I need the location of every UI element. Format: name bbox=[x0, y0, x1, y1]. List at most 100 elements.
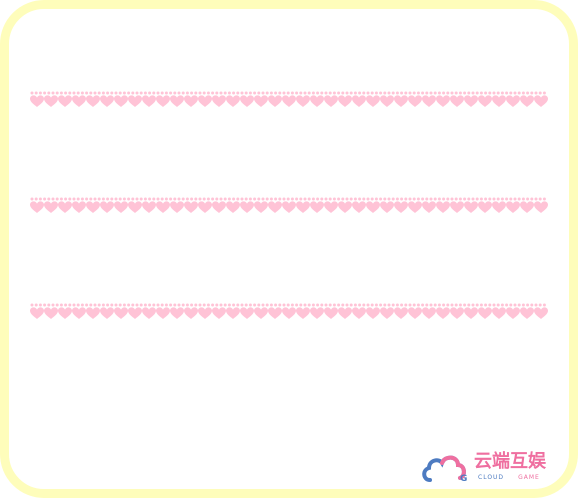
border-dot bbox=[395, 197, 399, 201]
heart-icon bbox=[492, 307, 506, 319]
border-dot bbox=[148, 91, 152, 95]
border-dot bbox=[185, 303, 189, 307]
border-dot bbox=[148, 303, 152, 307]
heart-divider-1 bbox=[30, 91, 548, 111]
border-dot bbox=[332, 91, 336, 95]
border-dot bbox=[391, 197, 395, 201]
border-dot bbox=[173, 303, 177, 307]
border-dot bbox=[34, 197, 38, 201]
heart-icon bbox=[198, 95, 212, 107]
border-dot bbox=[139, 91, 143, 95]
border-dot bbox=[265, 91, 269, 95]
heart-icon bbox=[268, 201, 282, 213]
border-dot bbox=[353, 91, 357, 95]
border-dot bbox=[320, 91, 324, 95]
border-dot bbox=[190, 303, 194, 307]
border-dot bbox=[227, 91, 231, 95]
heart-icon bbox=[128, 201, 142, 213]
border-dot bbox=[169, 303, 173, 307]
border-dot bbox=[278, 303, 282, 307]
border-dot bbox=[542, 303, 546, 307]
border-dot bbox=[80, 303, 84, 307]
border-dot bbox=[253, 91, 257, 95]
border-dot bbox=[496, 91, 500, 95]
border-dot bbox=[362, 91, 366, 95]
border-dot bbox=[80, 91, 84, 95]
border-dot bbox=[257, 197, 261, 201]
heart-icon bbox=[366, 95, 380, 107]
border-dot bbox=[173, 91, 177, 95]
border-dot bbox=[534, 303, 538, 307]
heart-icon bbox=[352, 201, 366, 213]
border-dot bbox=[383, 197, 387, 201]
border-dot bbox=[38, 303, 42, 307]
heart-icon bbox=[310, 307, 324, 319]
border-dot bbox=[475, 91, 479, 95]
border-dot bbox=[72, 91, 76, 95]
border-dot bbox=[261, 197, 265, 201]
border-dot bbox=[513, 197, 517, 201]
border-dot bbox=[379, 197, 383, 201]
border-dot bbox=[408, 197, 412, 201]
border-dot bbox=[400, 197, 404, 201]
border-dot bbox=[320, 303, 324, 307]
border-dot bbox=[118, 91, 122, 95]
border-dot bbox=[181, 303, 185, 307]
border-dot bbox=[408, 303, 412, 307]
border-dot bbox=[433, 91, 437, 95]
border-dot bbox=[446, 303, 450, 307]
heart-border-icon bbox=[30, 91, 548, 107]
border-dot bbox=[416, 303, 420, 307]
heart-icon bbox=[520, 201, 534, 213]
border-dot bbox=[391, 303, 395, 307]
border-dot bbox=[404, 91, 408, 95]
border-dot bbox=[93, 197, 97, 201]
border-dot bbox=[177, 197, 181, 201]
border-dot bbox=[206, 91, 210, 95]
border-dot bbox=[206, 303, 210, 307]
heart-icon bbox=[198, 201, 212, 213]
border-dot bbox=[177, 91, 181, 95]
border-dot bbox=[505, 91, 509, 95]
heart-icon bbox=[422, 95, 436, 107]
border-dot bbox=[47, 197, 51, 201]
heart-icon bbox=[114, 307, 128, 319]
border-dot bbox=[89, 303, 93, 307]
border-dot bbox=[400, 91, 404, 95]
border-dot bbox=[282, 91, 286, 95]
border-dot bbox=[479, 303, 483, 307]
border-dot bbox=[30, 303, 34, 307]
border-dot bbox=[156, 91, 160, 95]
heart-icon bbox=[170, 307, 184, 319]
heart-icon bbox=[394, 95, 408, 107]
border-dot bbox=[236, 91, 240, 95]
border-dot bbox=[164, 197, 168, 201]
note-card-frame bbox=[0, 0, 578, 498]
heart-icon bbox=[254, 201, 268, 213]
heart-icon bbox=[534, 307, 548, 319]
heart-icon bbox=[366, 307, 380, 319]
heart-icon bbox=[478, 95, 492, 107]
border-dot bbox=[232, 303, 236, 307]
border-dot bbox=[341, 303, 345, 307]
border-dot bbox=[316, 197, 320, 201]
border-dot bbox=[475, 197, 479, 201]
border-dot bbox=[433, 303, 437, 307]
border-dot bbox=[47, 303, 51, 307]
border-dot bbox=[211, 197, 215, 201]
heart-icon bbox=[520, 307, 534, 319]
border-dot bbox=[513, 303, 517, 307]
heart-icon bbox=[226, 307, 240, 319]
border-dot bbox=[446, 91, 450, 95]
heart-icon bbox=[254, 95, 268, 107]
border-dot bbox=[450, 303, 454, 307]
heart-icon bbox=[240, 95, 254, 107]
border-dot bbox=[391, 91, 395, 95]
border-dot bbox=[43, 303, 47, 307]
border-dot bbox=[122, 197, 126, 201]
border-dot bbox=[484, 197, 488, 201]
border-dot bbox=[38, 91, 42, 95]
border-dot bbox=[290, 303, 294, 307]
border-dot bbox=[324, 197, 328, 201]
heart-icon bbox=[282, 201, 296, 213]
